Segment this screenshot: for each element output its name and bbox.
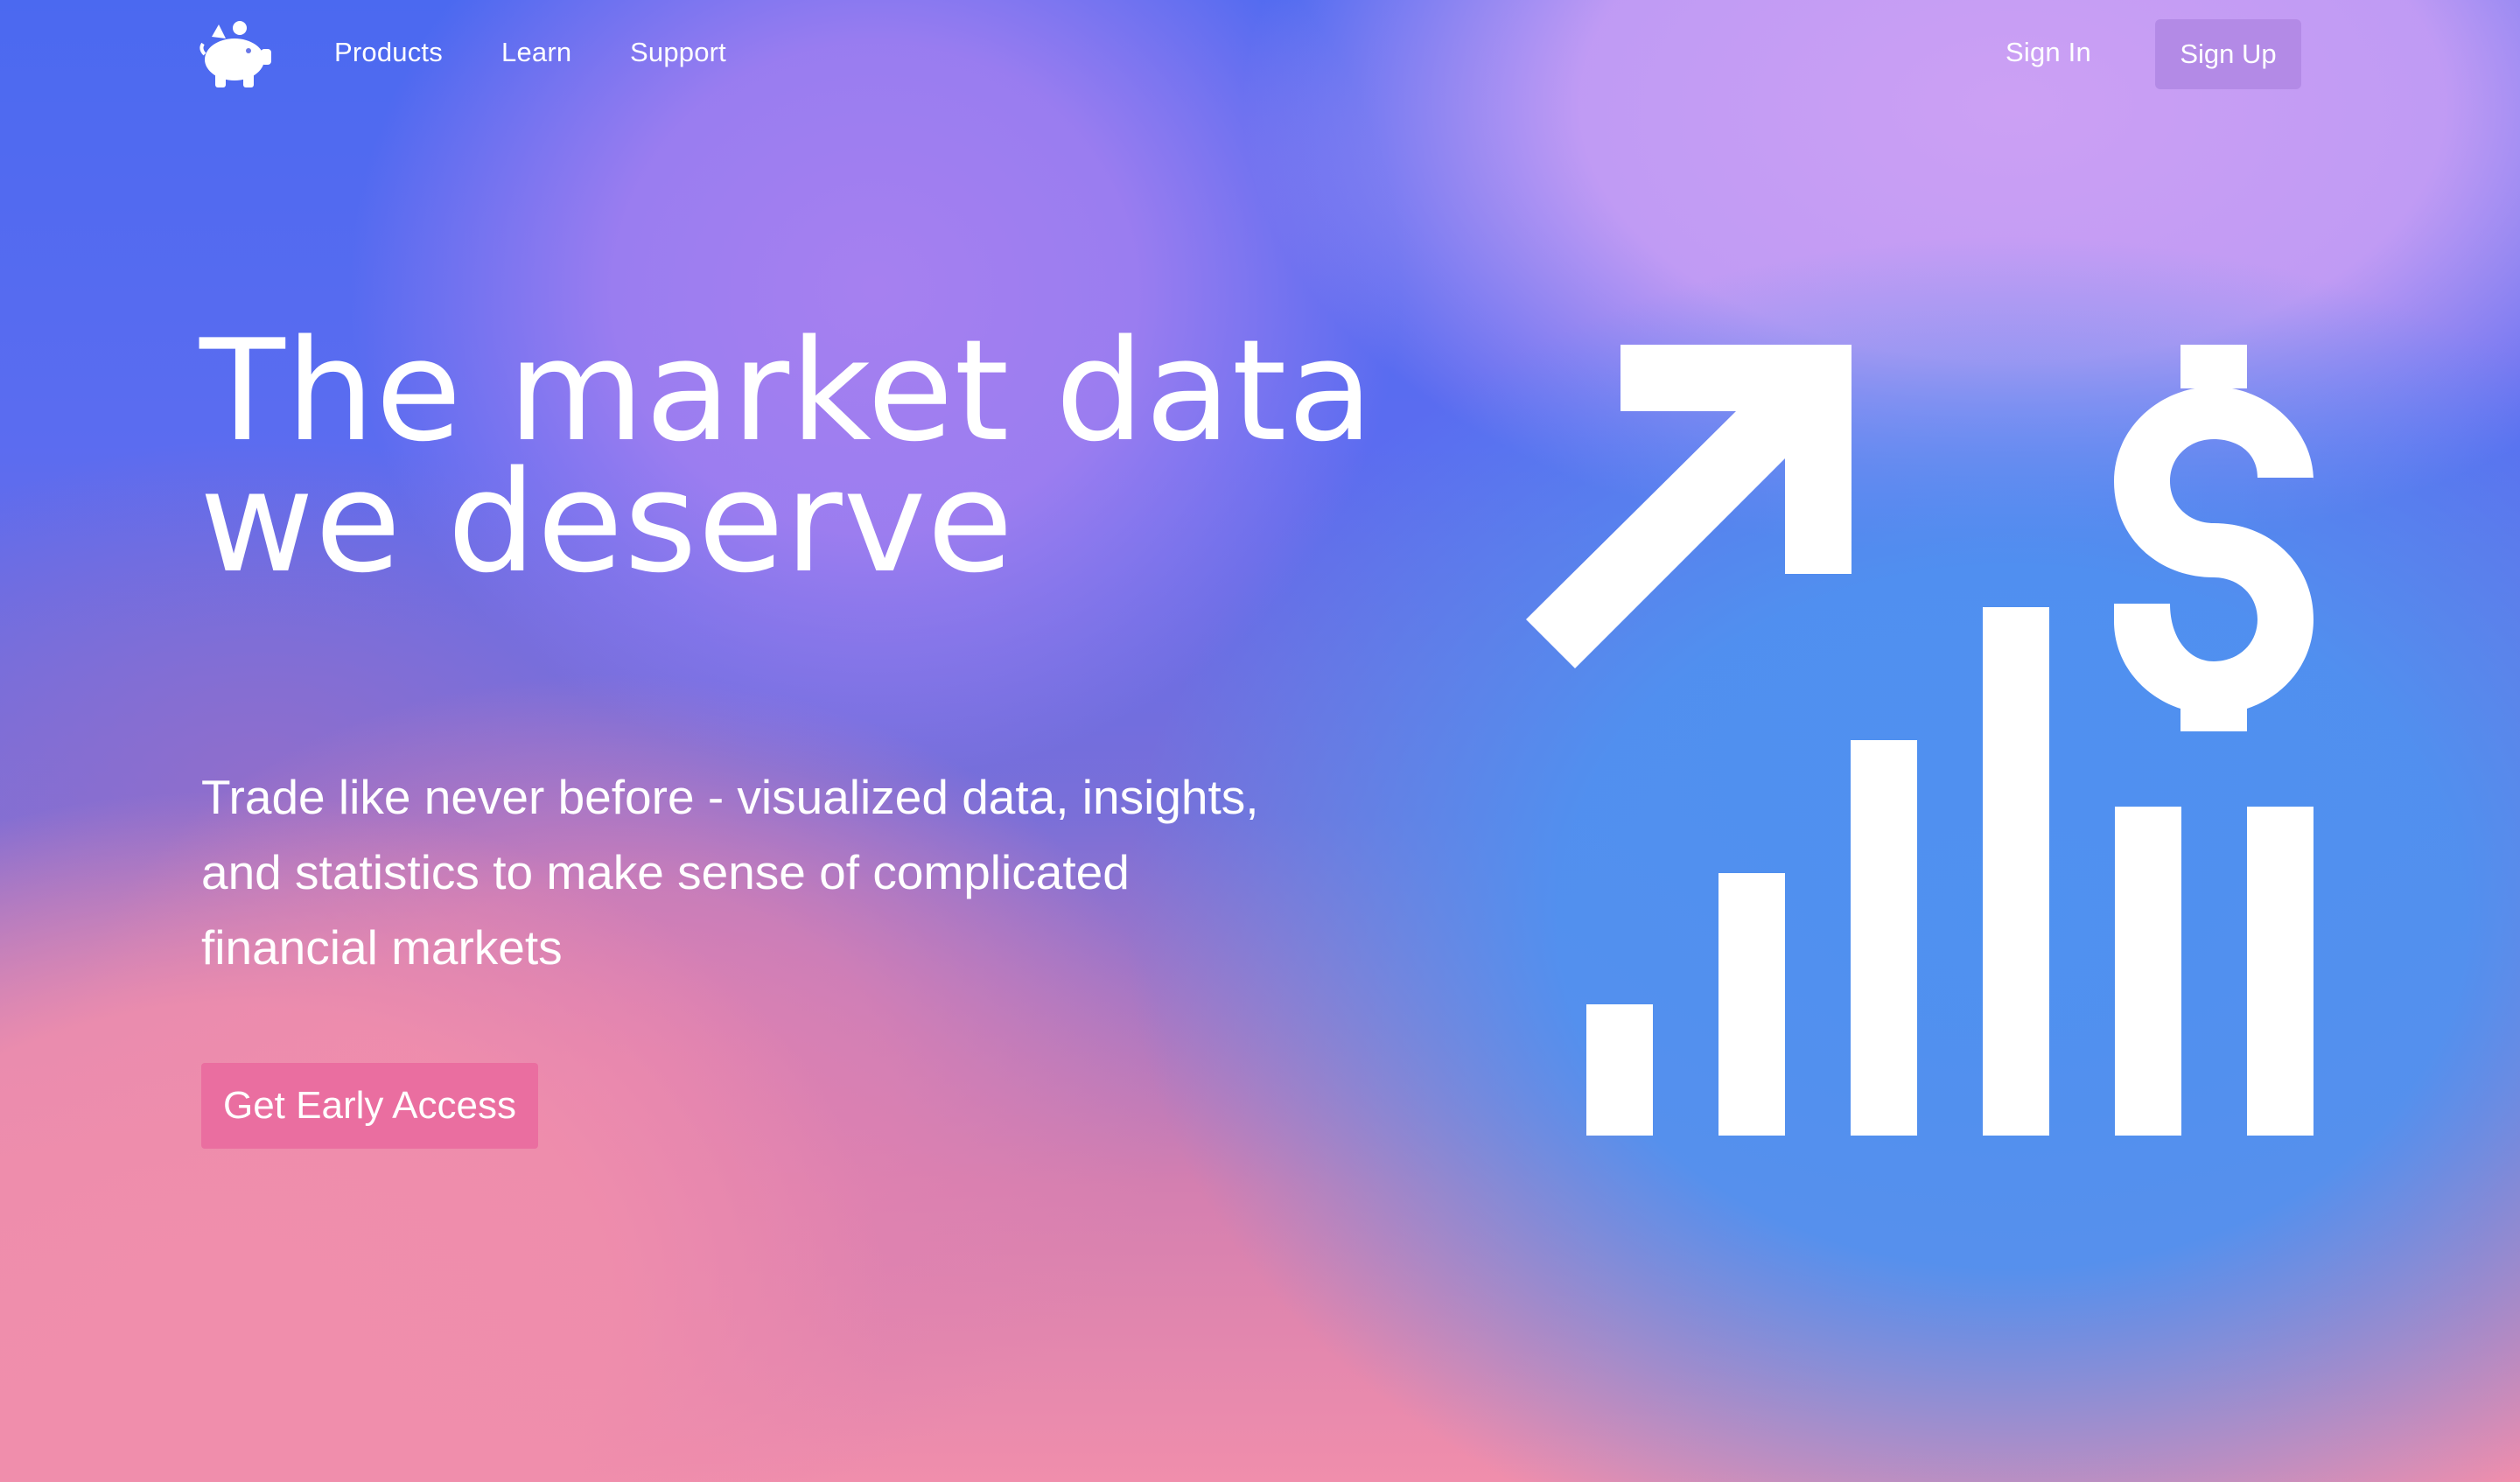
headline-line-2: we deserve — [200, 440, 1014, 604]
hero-subtext: Trade like never before - visualized dat… — [201, 770, 1259, 975]
sign-up-button[interactable]: Sign Up — [2155, 19, 2301, 89]
nav-link-products[interactable]: Products — [334, 37, 443, 68]
growth-chart-dollar-icon — [1522, 341, 2328, 1146]
headline-line-1: The market data — [200, 309, 1375, 472]
sign-in-link[interactable]: Sign In — [2006, 37, 2091, 68]
nav-link-support[interactable]: Support — [630, 37, 726, 68]
nav-link-learn[interactable]: Learn — [501, 37, 571, 68]
piggy-bank-icon[interactable] — [200, 19, 273, 89]
get-early-access-button[interactable]: Get Early Access — [201, 1063, 538, 1149]
trend-arrow-icon — [1526, 345, 1852, 668]
hero-headline: The market data we deserve — [200, 309, 1375, 604]
dollar-sign-icon — [2114, 345, 2314, 731]
top-navigation: Products Learn Support Sign In Sign Up — [0, 0, 2520, 110]
